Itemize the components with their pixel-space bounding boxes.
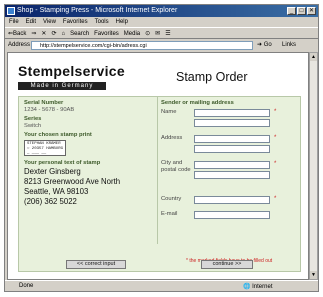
stamp-text-line: Dexter Ginsberg <box>24 167 81 176</box>
name-field[interactable] <box>194 109 270 117</box>
correct-input-button[interactable]: << correct input <box>66 260 126 269</box>
page-viewport: Stempelservice Made in Germany Stamp Ord… <box>7 52 309 280</box>
media-button[interactable]: Media <box>124 28 140 38</box>
name-label: Name <box>161 109 177 115</box>
security-zone: 🌐 Internet <box>243 284 273 290</box>
stamp-text-line: Seattle, WA 98103 <box>24 187 89 196</box>
address-field[interactable] <box>194 135 270 143</box>
order-form: Serial Number 1234 - 5678 - 90AB Series … <box>18 96 301 272</box>
stamp-text: Dexter Ginsberg 8213 Greenwood Ave North… <box>24 167 154 207</box>
refresh-button[interactable]: ⟳ <box>51 28 56 38</box>
status-text: Done <box>19 283 34 289</box>
country-field[interactable] <box>194 196 270 204</box>
address-label: Address <box>161 135 183 141</box>
brand-tagline: Made in Germany <box>18 82 106 90</box>
address-bar: Address http://stempelservice.com/cgi-bi… <box>5 39 318 51</box>
close-button[interactable]: ✕ <box>307 7 316 15</box>
menu-favorites[interactable]: Favorites <box>63 17 88 27</box>
history-button[interactable]: ⊙ <box>145 28 150 38</box>
menu-edit[interactable]: Edit <box>26 17 36 27</box>
address-field-2[interactable] <box>194 145 270 153</box>
city-field[interactable] <box>194 161 270 169</box>
column-divider <box>157 97 158 244</box>
address-form: Sender or mailing address Name * Address… <box>161 100 299 264</box>
page-title: Stamp Order <box>176 70 248 84</box>
brand-logo: Stempelservice Made in Germany <box>18 63 125 90</box>
browser-window: Shop - Stamping Press - Microsoft Intern… <box>4 4 319 292</box>
maximize-button[interactable]: □ <box>297 7 306 15</box>
serial-value: 1234 - 5678 - 90AB <box>24 107 75 113</box>
country-required-mark: * <box>274 196 277 202</box>
print-line: — ——— —— <box>27 152 47 156</box>
address-required-mark: * <box>274 135 277 141</box>
postal-field[interactable] <box>194 171 270 179</box>
address-input[interactable]: http://stempelservice.com/cgi-bin/adress… <box>31 41 253 50</box>
series-label: Series <box>24 116 42 122</box>
back-button[interactable]: ⇐Back <box>8 28 26 38</box>
button-bar: << correct input continue >> <box>19 258 300 271</box>
print-label: Your chosen stamp print <box>24 132 92 138</box>
stamp-text-line: 8213 Greenwood Ave North <box>24 177 121 186</box>
go-button[interactable]: ➜ Go <box>257 39 272 51</box>
address-section-title: Sender or mailing address <box>161 100 234 106</box>
name-required-mark: * <box>274 109 277 115</box>
menu-tools[interactable]: Tools <box>95 17 109 27</box>
title-bar: Shop - Stamping Press - Microsoft Intern… <box>5 5 318 17</box>
menu-help[interactable]: Help <box>116 17 128 27</box>
country-label: Country <box>161 196 182 202</box>
menu-view[interactable]: View <box>43 17 56 27</box>
name-field-2[interactable] <box>194 119 270 127</box>
ie-icon <box>7 7 15 15</box>
home-button[interactable]: ⌂ <box>61 28 65 38</box>
scroll-up-icon[interactable]: ▲ <box>310 53 317 61</box>
address-url: http://stempelservice.com/cgi-bin/adress… <box>40 43 147 49</box>
mail-button[interactable]: ✉ <box>155 28 160 38</box>
stop-button[interactable]: ✕ <box>41 28 46 38</box>
brand-name: Stempelservice <box>18 63 125 79</box>
status-bar: Done 🌐 Internet <box>5 280 318 291</box>
menu-file[interactable]: File <box>9 17 19 27</box>
forward-button[interactable]: ⇒ <box>31 28 36 38</box>
stamp-text-label: Your personal text of stamp <box>24 160 101 166</box>
scroll-down-icon[interactable]: ▼ <box>310 271 317 279</box>
window-title: Shop - Stamping Press - Microsoft Intern… <box>17 7 178 14</box>
links-button[interactable]: Links <box>282 39 296 51</box>
zone-label: Internet <box>252 284 273 290</box>
print-button[interactable]: ☰ <box>165 28 170 38</box>
go-label: Go <box>263 42 272 48</box>
stamp-print-preview: STEPHAN KRÄMER ○ 20357 HAMBURG — ——— —— <box>24 140 66 156</box>
toolbar: ⇐Back ⇒ ✕ ⟳ ⌂ Search Favorites Media ⊙ ✉… <box>5 27 318 39</box>
email-label: E-mail <box>161 211 178 217</box>
menu-bar: File Edit View Favorites Tools Help <box>5 17 318 27</box>
address-label: Address <box>8 42 31 48</box>
vertical-scrollbar[interactable]: ▲ ▼ <box>309 52 318 280</box>
stamp-summary: Serial Number 1234 - 5678 - 90AB Series … <box>24 100 154 207</box>
stamp-text-line: (206) 362 5022 <box>24 197 77 206</box>
favorites-button[interactable]: Favorites <box>94 28 119 38</box>
email-field[interactable] <box>194 211 270 219</box>
minimize-button[interactable]: _ <box>287 7 296 15</box>
city-label: City and postal code <box>161 160 191 173</box>
city-required-mark: * <box>274 161 277 167</box>
search-button[interactable]: Search <box>70 28 89 38</box>
continue-button[interactable]: continue >> <box>201 260 253 269</box>
serial-label: Serial Number <box>24 100 64 106</box>
series-value: Switch <box>24 123 42 129</box>
